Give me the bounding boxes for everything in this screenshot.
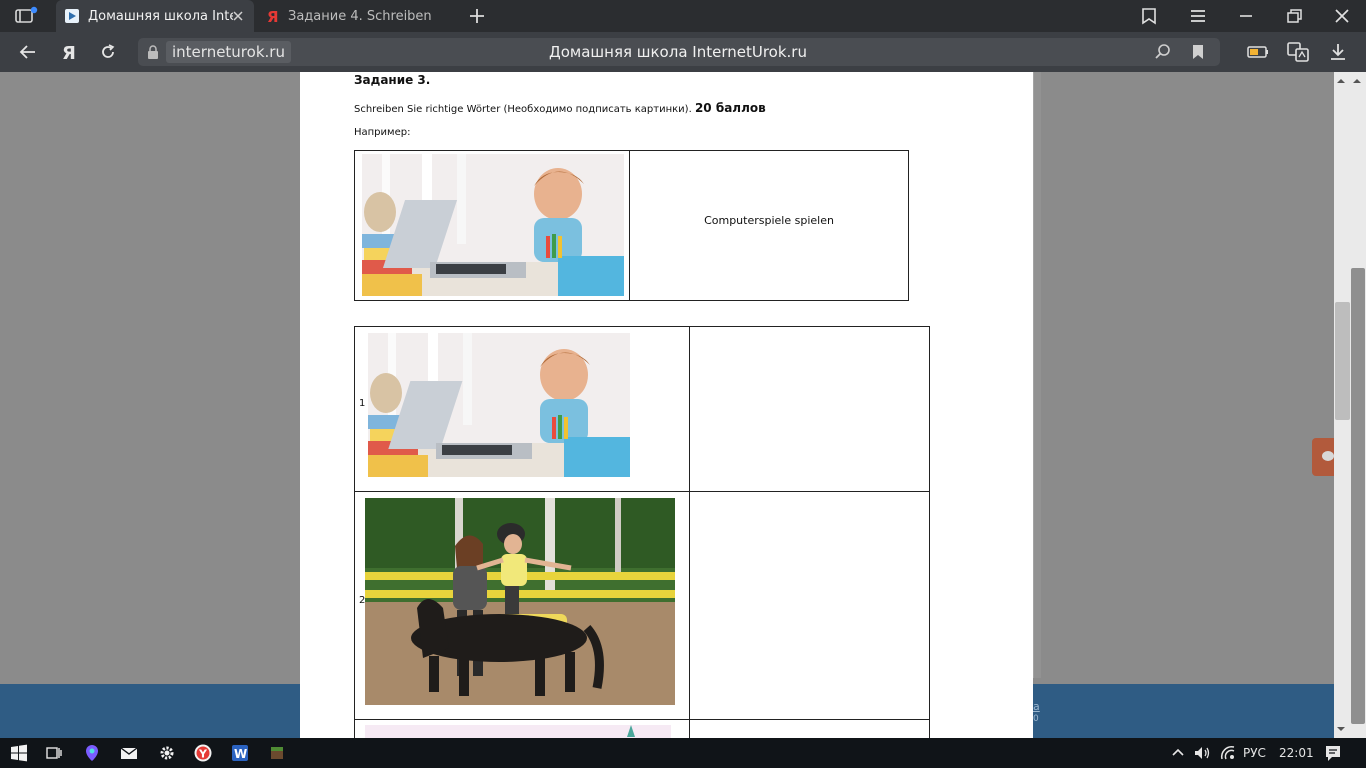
next-exercise-photo [365,725,671,738]
yandex-browser-icon[interactable]: Y [193,743,213,763]
arrow-left-icon [19,45,35,59]
download-icon [1331,44,1345,60]
windows-start-icon[interactable] [9,743,29,763]
plus-icon [470,9,484,23]
task-heading: Задание 3. [354,73,431,87]
close-window-icon [1335,9,1349,23]
boy-laptop-illustration [362,154,624,296]
new-tab-button[interactable] [466,5,488,27]
clock[interactable]: 22:01 [1279,738,1314,768]
battery-icon [1247,46,1268,58]
battery-saver-button[interactable] [1245,40,1271,64]
minimize-icon [1240,15,1252,17]
hamburger-menu-icon [1191,10,1205,22]
yandex-logo-icon: Я [62,43,76,64]
scroll-up-icon[interactable] [1350,74,1364,88]
network-icon[interactable] [1218,743,1238,763]
tab-title: Домашняя школа InternetUrok.ru [88,8,233,24]
scrollbar-thumb[interactable] [1335,302,1350,420]
boy-laptop-illustration [368,333,630,477]
document-page: Задание 3. Schreiben Sie richtige Wörter… [300,72,1033,738]
tab-bar: Домашняя школа InternetUrok.ru Я Задание… [0,0,1366,32]
boy-at-laptop-photo [368,333,630,477]
answer-cell-2[interactable] [691,493,927,717]
girl-riding-pony-photo [365,498,675,705]
settings-gear-icon[interactable] [157,743,177,763]
answer-cell-1[interactable] [691,329,927,489]
svg-text:Y: Y [198,748,208,761]
table-row-divider [355,491,929,492]
maps-pin-icon[interactable] [82,743,102,763]
windows-taskbar: Y W РУС 22:01 [0,738,1366,768]
omnibox[interactable]: interneturok.ru Домашняя школа InternetU… [138,38,1220,66]
scroll-up-icon[interactable] [1334,74,1348,88]
close-icon[interactable] [230,8,246,24]
chat-widget-button[interactable] [1312,438,1334,476]
collections-icon [1142,8,1156,25]
row-number: 1 [359,398,366,409]
minimize-button[interactable] [1233,4,1259,28]
tab-title: Задание 4. Schreiben Sie die [288,8,433,24]
page-scrollbar-thumb[interactable] [1351,268,1365,724]
address-toolbar: Я interneturok.ru Домашняя школа Interne… [0,32,1366,72]
volume-icon[interactable] [1192,743,1212,763]
lock-icon [148,45,158,59]
svg-text:Я: Я [267,8,279,24]
yandex-home-button[interactable]: Я [55,40,81,64]
example-label: Например: [354,127,411,138]
reload-icon [102,44,115,58]
tab-active[interactable]: Домашняя школа InternetUrok.ru [56,0,254,32]
mail-icon[interactable] [119,743,139,763]
menu-button[interactable] [1185,4,1211,28]
search-page-icon[interactable] [1154,43,1172,61]
notifications-icon[interactable] [1323,743,1343,763]
scroll-down-icon[interactable] [1334,722,1348,736]
translate-icon [1287,42,1309,62]
next-photo-illustration [365,725,671,738]
bookmarks-collections-button[interactable] [1136,4,1162,28]
back-button[interactable] [15,40,41,64]
table-row-divider [355,719,929,720]
close-window-button[interactable] [1329,4,1355,28]
reload-button[interactable] [95,40,121,64]
input-language-indicator[interactable]: РУС [1243,738,1266,768]
translate-button[interactable] [1285,40,1311,64]
boy-at-laptop-photo [362,154,624,296]
task-instruction: Schreiben Sie richtige Wörter (Необходим… [354,101,766,115]
tab-inactive[interactable]: Я Задание 4. Schreiben Sie die [256,0,452,32]
example-answer-text: Computerspiele spielen [704,214,834,227]
downloads-button[interactable] [1325,40,1351,64]
footer-text-fragment: 0 [1033,714,1039,724]
footer-link-fragment[interactable]: a [1033,700,1040,713]
svg-text:W: W [234,747,247,761]
page-side-strip [1033,72,1041,678]
table-divider [689,327,690,738]
points-label: 20 баллов [694,101,766,115]
restore-button[interactable] [1281,4,1307,28]
task-view-icon[interactable] [44,743,64,763]
yandex-favicon-icon: Я [267,8,279,24]
exercise-table: 1 2 [354,326,930,738]
word-icon[interactable]: W [230,743,250,763]
page-viewport: a 0 Задание 3. Schreiben Sie richtige Wö… [0,72,1366,738]
interneturok-favicon-icon [65,9,79,23]
domain-label[interactable]: interneturok.ru [166,41,291,63]
svg-text:Я: Я [62,43,76,64]
tabs-panel-icon [15,6,38,23]
pony-riding-illustration [365,498,675,705]
chat-bubble-icon [1322,451,1334,461]
instruction-text: Schreiben Sie richtige Wörter (Необходим… [354,104,692,115]
example-table: Computerspiele spielen [354,150,909,301]
minecraft-icon[interactable] [267,743,287,763]
address-page-title[interactable]: Домашняя школа InternetUrok.ru [398,38,958,66]
restore-window-icon [1287,9,1302,23]
bookmark-icon[interactable] [1189,43,1207,61]
chevron-up-icon[interactable] [1168,743,1188,763]
tabs-panel-button[interactable] [8,4,42,28]
